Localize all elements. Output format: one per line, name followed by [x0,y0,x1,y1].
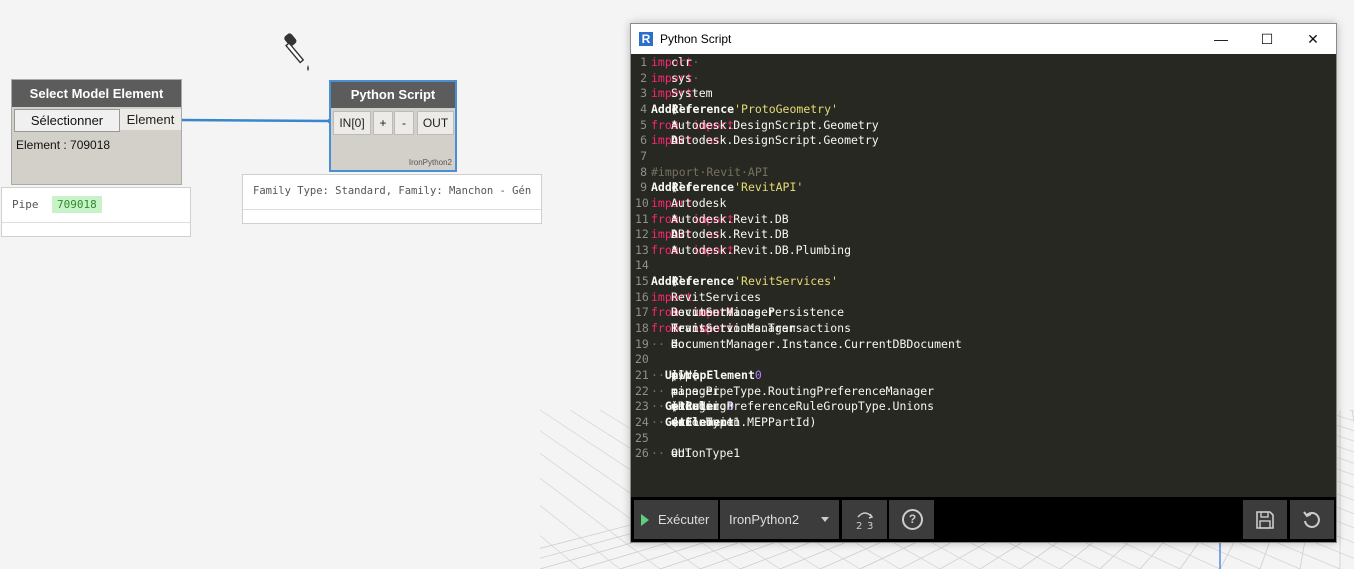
line-number: 21 [635,368,649,382]
save-button[interactable] [1243,500,1287,539]
help-icon: ? [902,509,923,530]
line-number: 12 [635,227,649,242]
maximize-button[interactable]: ☐ [1244,24,1290,54]
save-icon [1256,511,1274,529]
line-text: import· RevitServices [651,289,762,304]
line-text: clr. AddReference('ProtoGeometry') [651,101,838,116]
line-number: 16 [635,289,649,304]
eyedropper-icon [284,33,309,71]
revert-icon [1303,511,1320,528]
line-number: 5 [640,117,647,132]
input-port-in0[interactable]: IN[0] [333,111,371,135]
add-input-button[interactable]: + [373,111,393,135]
line-text: clr. AddReference('RevitServices') [651,274,838,289]
help-button[interactable]: ? [889,500,934,539]
line-number: 24 [635,414,649,429]
line-number: 3 [640,86,647,101]
engine-tag: IronPython2 [408,158,452,167]
code-editor[interactable]: 1 import· clr 2 import· sys 3 import· System 4 clr… [631,54,1336,497]
line-number: 4 [640,101,647,116]
minimize-button[interactable]: — [1198,24,1244,54]
line-number: 15 [635,274,649,289]
node-title[interactable]: Select Model Element [12,80,181,107]
grid-line [540,535,581,569]
line-number: 1 [640,55,647,69]
line-text: unionType1 · = · doc. GetElement (ruleUnion.ME… [651,414,817,429]
line-number: 26 [635,446,649,461]
run-button[interactable]: Exécuter [634,500,718,539]
preview-divider [243,209,541,210]
select-node-preview: Pipe 709018 [1,187,191,237]
line-text: doc · = · DocumentManager.Instance.CurrentDB… [651,336,962,351]
line-number: 14 [635,258,649,273]
line-text: import· Autodesk.DesignScript.Geometry ·as… [651,133,879,148]
connector-wire[interactable] [178,117,334,125]
line-text: import· Autodesk [651,195,727,210]
svg-text:3: 3 [867,521,873,531]
svg-text:2: 2 [856,521,862,531]
line-number: 20 [635,352,649,367]
line-number: 9 [640,180,647,195]
line-number: 8 [640,164,647,179]
preview-text: Family Type: Standard, Family: Manchon -… [253,185,532,197]
line-number: 13 [635,242,649,257]
run-label: Exécuter [658,512,710,527]
window-titlebar[interactable]: R Python Script — ☐ ✕ [631,24,1336,54]
migrate-2to3-icon: 2 3 [856,512,873,532]
line-number: 22 [635,383,649,398]
line-number: 2 [640,70,647,85]
line-text: import· sys [651,70,700,85]
line-text: pipe · = ·UnwrapElement (IN[0]) [651,368,762,382]
engine-label: IronPython2 [729,512,800,527]
python-script-window: R Python Script — ☐ ✕ 1 import· clr 2 import… [630,23,1337,543]
line-text: clr. AddReference('RevitAPI') [651,180,804,195]
python-node-preview: Family Type: Standard, Family: Manchon -… [242,174,542,224]
output-port-out[interactable]: OUT [417,111,454,135]
grid-line [1349,409,1354,412]
selected-element-info: Element : 709018 [16,138,111,152]
line-number: 23 [635,399,649,414]
chevron-down-icon [821,517,829,522]
preview-divider [2,222,190,223]
line-text: manager · = · pipe.PipeType.RoutingPreferenc… [651,383,935,398]
line-text: from· RevitServices.Transactions ·import· T… [651,321,852,336]
line-number: 6 [640,133,647,148]
play-icon [641,514,649,526]
line-text: from· RevitServices.Persistence ·import· Do… [651,305,845,320]
revit-app-icon: R [639,32,653,46]
revert-button[interactable] [1290,500,1334,539]
line-number: 10 [635,195,649,210]
line-number: 11 [635,211,649,226]
line-text: from· Autodesk.DesignScript.Geometry ·impo… [651,117,879,132]
engine-dropdown[interactable]: IronPython2 [720,500,839,539]
line-text: import· System [651,86,713,101]
preview-label: Pipe [12,198,39,211]
line-text: import· Autodesk.Revit.DB ·as· DB [651,227,789,242]
window-title: Python Script [660,32,732,46]
line-text: #import·Revit·API [651,164,769,179]
node-title[interactable]: Python Script [331,82,455,108]
select-model-element-node[interactable]: Select Model Element Sélectionner Elemen… [11,79,182,185]
line-text: ruleUnion · = · manager. GetRule (RoutingPrefe… [651,399,935,414]
line-number: 25 [635,430,649,445]
line-number: 18 [635,321,649,336]
close-button[interactable]: ✕ [1290,24,1336,54]
element-output-port[interactable]: Element [120,109,181,130]
migration-assistant-button[interactable]: 2 3 [842,500,887,539]
line-text: from· Autodesk.Revit.DB.Plumbing ·import· * [651,242,852,257]
select-button[interactable]: Sélectionner [14,109,120,132]
python-script-node[interactable]: Python Script IN[0] + - OUT IronPython2 [329,80,457,172]
remove-input-button[interactable]: - [394,111,414,135]
line-text: from· Autodesk.Revit.DB ·import· * [651,211,789,226]
preview-value: 709018 [52,196,102,213]
line-number: 19 [635,336,649,351]
line-text: OUT · = · unionType1 [651,446,741,461]
line-text: import· clr [651,55,700,69]
line-number: 17 [635,305,649,320]
line-number: 7 [640,148,647,163]
editor-toolbar: Exécuter IronPython2 2 3 ? [631,497,1336,542]
